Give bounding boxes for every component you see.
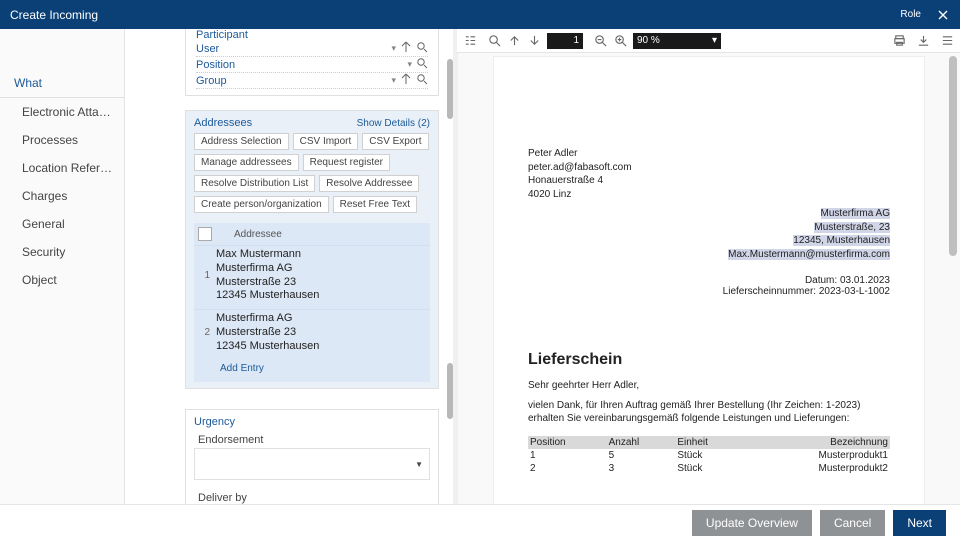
zoom-in-icon[interactable] xyxy=(613,34,627,48)
scrollbar-thumb[interactable] xyxy=(447,59,453,119)
participant-title: Participant xyxy=(196,29,428,41)
endorsement-select[interactable]: ▼ xyxy=(194,448,430,480)
addressees-section: Addressees Show Details (2) Address Sele… xyxy=(185,110,439,389)
table-row: 2 3 Stück Musterprodukt2 xyxy=(528,462,890,475)
doc-greeting: Sehr geehrter Herr Adler, xyxy=(528,379,890,393)
nav-item-processes[interactable]: Processes xyxy=(0,126,124,154)
create-person-button[interactable]: Create person/organization xyxy=(194,196,329,213)
chevron-down-icon: ▼ xyxy=(415,460,423,469)
doc-recipient: Musterfirma AG Musterstraße, 23 12345, M… xyxy=(528,207,890,261)
manage-addressees-button[interactable]: Manage addressees xyxy=(194,154,299,171)
doc-body: vielen Dank, für Ihren Auftrag gemäß Ihr… xyxy=(528,399,890,426)
request-register-button[interactable]: Request register xyxy=(303,154,390,171)
print-icon[interactable] xyxy=(892,34,906,48)
hierarchy-icon[interactable] xyxy=(400,73,412,88)
urgency-section: Urgency Endorsement ▼ Deliver by DD.MM.Y… xyxy=(185,409,439,504)
outline-icon[interactable] xyxy=(463,34,477,48)
nav-item-what[interactable]: What xyxy=(0,69,124,98)
show-details-link[interactable]: Show Details (2) xyxy=(357,118,430,129)
group-label: Group xyxy=(196,75,391,87)
close-icon[interactable] xyxy=(936,8,950,22)
nav-item-attachments[interactable]: Electronic Attach… xyxy=(0,98,124,126)
csv-export-button[interactable]: CSV Export xyxy=(362,133,428,150)
position-field[interactable]: Position ▾ xyxy=(196,57,428,72)
address-selection-button[interactable]: Address Selection xyxy=(194,133,289,150)
search-icon[interactable] xyxy=(416,57,428,72)
user-field[interactable]: User ▾ xyxy=(196,41,428,56)
addressee-table: Addressee 1 Max Mustermann Musterfirma A… xyxy=(194,223,430,382)
csv-import-button[interactable]: CSV Import xyxy=(293,133,359,150)
zoom-select[interactable]: 90 %▾ xyxy=(633,33,721,49)
table-row: 1 5 Stück Musterprodukt1 xyxy=(528,449,890,462)
addressee-row[interactable]: 2 Musterfirma AG Musterstraße 23 12345 M… xyxy=(194,309,430,359)
preview-pane: 1 90 %▾ Peter Adler peter.ad@fabasoft.co… xyxy=(457,29,960,504)
doc-sender: Peter Adler peter.ad@fabasoft.com Honaue… xyxy=(528,147,890,201)
nav-item-charges[interactable]: Charges xyxy=(0,182,124,210)
row-index: 1 xyxy=(198,270,216,281)
row-index: 2 xyxy=(198,327,216,338)
doc-heading: Lieferschein xyxy=(528,351,890,369)
download-icon[interactable] xyxy=(916,34,930,48)
nav-item-general[interactable]: General xyxy=(0,210,124,238)
scrollbar-thumb[interactable] xyxy=(949,56,957,256)
chevron-down-icon[interactable]: ▾ xyxy=(391,43,396,54)
dialog-footer: Update Overview Cancel Next xyxy=(0,504,960,540)
addressee-row[interactable]: 1 Max Mustermann Musterfirma AG Musterst… xyxy=(194,245,430,309)
resolve-addressee-button[interactable]: Resolve Addressee xyxy=(319,175,419,192)
add-entry-link[interactable]: Add Entry xyxy=(194,359,430,382)
chevron-down-icon: ▾ xyxy=(712,35,717,46)
form-column: Participant User ▾ Position ▾ xyxy=(125,29,453,504)
update-overview-button[interactable]: Update Overview xyxy=(692,510,812,536)
role-label[interactable]: Role xyxy=(900,9,921,20)
cancel-button[interactable]: Cancel xyxy=(820,510,885,536)
preview-viewport[interactable]: Peter Adler peter.ad@fabasoft.com Honaue… xyxy=(457,53,960,504)
chevron-down-icon[interactable]: ▾ xyxy=(391,75,396,86)
chevron-down-icon[interactable]: ▾ xyxy=(407,59,412,70)
arrow-up-icon[interactable] xyxy=(507,34,521,48)
dialog-title: Create Incoming xyxy=(10,8,900,22)
group-field[interactable]: Group ▾ xyxy=(196,73,428,88)
urgency-title: Urgency xyxy=(194,416,430,428)
zoom-out-icon[interactable] xyxy=(593,34,607,48)
preview-toolbar: 1 90 %▾ xyxy=(457,29,960,53)
nav-item-location[interactable]: Location Referen… xyxy=(0,154,124,182)
participant-section: Participant User ▾ Position ▾ xyxy=(185,29,439,96)
document-page: Peter Adler peter.ad@fabasoft.com Honaue… xyxy=(494,57,924,504)
endorsement-label: Endorsement xyxy=(194,428,430,446)
next-button[interactable]: Next xyxy=(893,510,946,536)
user-label: User xyxy=(196,43,391,55)
resolve-distribution-button[interactable]: Resolve Distribution List xyxy=(194,175,315,192)
arrow-down-icon[interactable] xyxy=(527,34,541,48)
search-icon[interactable] xyxy=(487,34,501,48)
addressee-col-header: Addressee xyxy=(234,229,282,240)
reset-free-text-button[interactable]: Reset Free Text xyxy=(333,196,417,213)
doc-items-table: Position Anzahl Einheit Bezeichnung 1 5 … xyxy=(528,436,890,475)
search-icon[interactable] xyxy=(416,41,428,56)
select-all-checkbox[interactable] xyxy=(198,227,212,241)
hierarchy-icon[interactable] xyxy=(400,41,412,56)
title-bar: Create Incoming Role xyxy=(0,0,960,29)
deliver-by-label: Deliver by xyxy=(194,486,430,504)
addressees-title: Addressees xyxy=(194,117,252,129)
nav-item-security[interactable]: Security xyxy=(0,238,124,266)
page-number-input[interactable]: 1 xyxy=(547,33,583,49)
doc-meta: Datum: 03.01.2023 Lieferscheinnummer: 20… xyxy=(528,275,890,297)
nav-item-object[interactable]: Object xyxy=(0,266,124,294)
position-label: Position xyxy=(196,59,407,71)
preview-scrollbar[interactable] xyxy=(948,56,958,501)
search-icon[interactable] xyxy=(416,73,428,88)
menu-icon[interactable] xyxy=(940,34,954,48)
scrollbar-thumb[interactable] xyxy=(447,363,453,419)
left-nav: What Electronic Attach… Processes Locati… xyxy=(0,29,125,504)
